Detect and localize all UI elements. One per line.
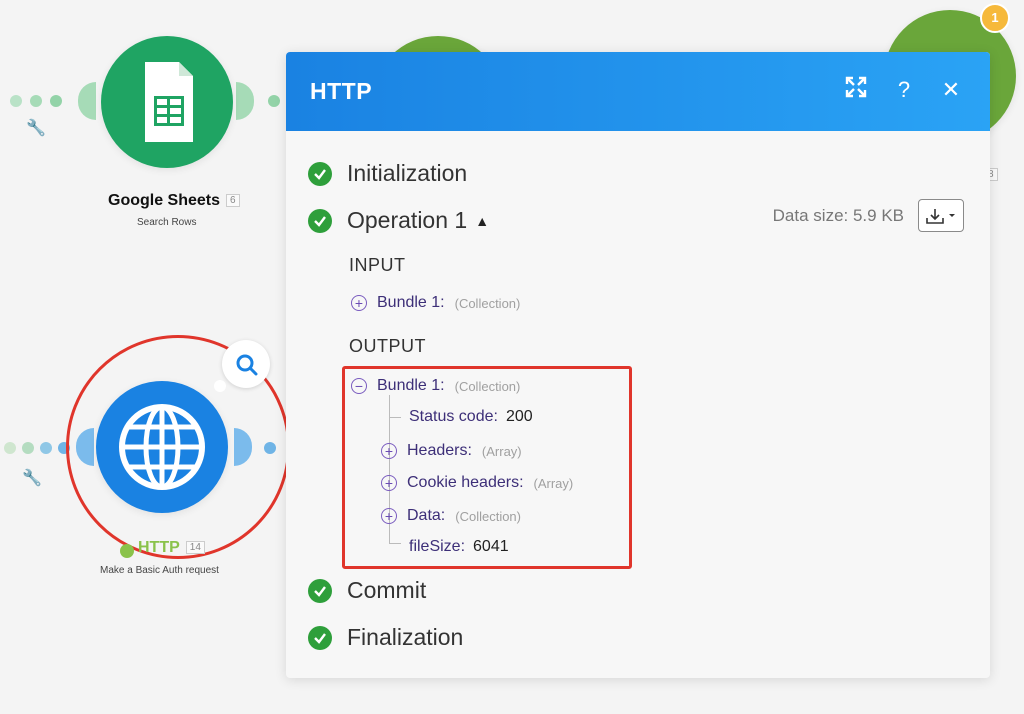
status-dot [120, 544, 134, 558]
connector-dot [268, 95, 280, 107]
close-icon: ✕ [941, 77, 961, 102]
wrench-icon[interactable]: 🔧 [26, 118, 46, 138]
connector-dot [50, 95, 62, 107]
check-icon [308, 625, 332, 650]
phase-label: Initialization [347, 160, 468, 186]
connector-dot [30, 95, 42, 107]
google-sheets-icon [145, 62, 193, 142]
input-bundle-row[interactable]: + Bundle 1: (Collection) [351, 294, 520, 312]
data-size-label: Data size: 5.9 KB [772, 206, 904, 225]
magnifier-icon [236, 354, 258, 376]
check-icon [308, 578, 332, 603]
bundle-type: (Collection) [454, 295, 521, 311]
panel-header: HTTP ? ✕ [286, 52, 990, 131]
inspector-bubble[interactable] [222, 340, 270, 388]
expand-icon [845, 76, 867, 98]
bundle-key: Bundle 1: [377, 294, 445, 311]
help-button[interactable]: ? [890, 76, 918, 104]
wrench-icon[interactable]: 🔧 [22, 468, 42, 488]
expand-button[interactable] [842, 76, 870, 104]
bubble-tail-dot [214, 380, 226, 392]
input-section-label: INPUT [349, 255, 406, 275]
http-node-title: HTTP 14 [138, 539, 205, 557]
phase-label: Operation 1 [347, 207, 468, 233]
google-sheets-title: Google Sheets 6 [108, 192, 240, 210]
notification-badge: 1 [980, 3, 1010, 33]
connector-handle-left[interactable] [78, 82, 96, 120]
connector-dot [10, 95, 22, 107]
panel-title: HTTP [310, 78, 373, 104]
phase-operation-1[interactable]: Operation 1 ▲ [308, 207, 489, 234]
output-highlight-box [342, 366, 632, 569]
phase-label: Finalization [347, 624, 464, 650]
execution-inspector-panel: HTTP ? ✕ Initialization Operation 1 ▲ Da… [286, 52, 990, 678]
caret-up-icon: ▲ [475, 212, 490, 229]
expand-plus-icon[interactable]: + [351, 295, 367, 311]
google-sheets-node[interactable] [101, 36, 233, 168]
phase-commit[interactable]: Commit [308, 577, 426, 604]
phase-finalization[interactable]: Finalization [308, 624, 463, 651]
connector-dot [22, 442, 34, 454]
http-node-subtitle: Make a Basic Auth request [100, 565, 219, 576]
module-id-badge: 14 [185, 541, 205, 555]
download-dropdown-button[interactable] [918, 199, 964, 232]
check-icon [308, 161, 332, 186]
download-icon [926, 208, 955, 224]
module-id-badge: 6 [226, 194, 240, 208]
connector-dot [40, 442, 52, 454]
connector-dot [4, 442, 16, 454]
phase-label: Commit [347, 577, 427, 603]
help-icon: ? [897, 77, 911, 102]
connector-handle-right[interactable] [236, 82, 254, 120]
close-button[interactable]: ✕ [937, 76, 965, 104]
output-section-label: OUTPUT [349, 336, 426, 356]
phase-initialization[interactable]: Initialization [308, 160, 467, 187]
check-icon [308, 208, 332, 233]
google-sheets-subtitle: Search Rows [137, 217, 197, 228]
